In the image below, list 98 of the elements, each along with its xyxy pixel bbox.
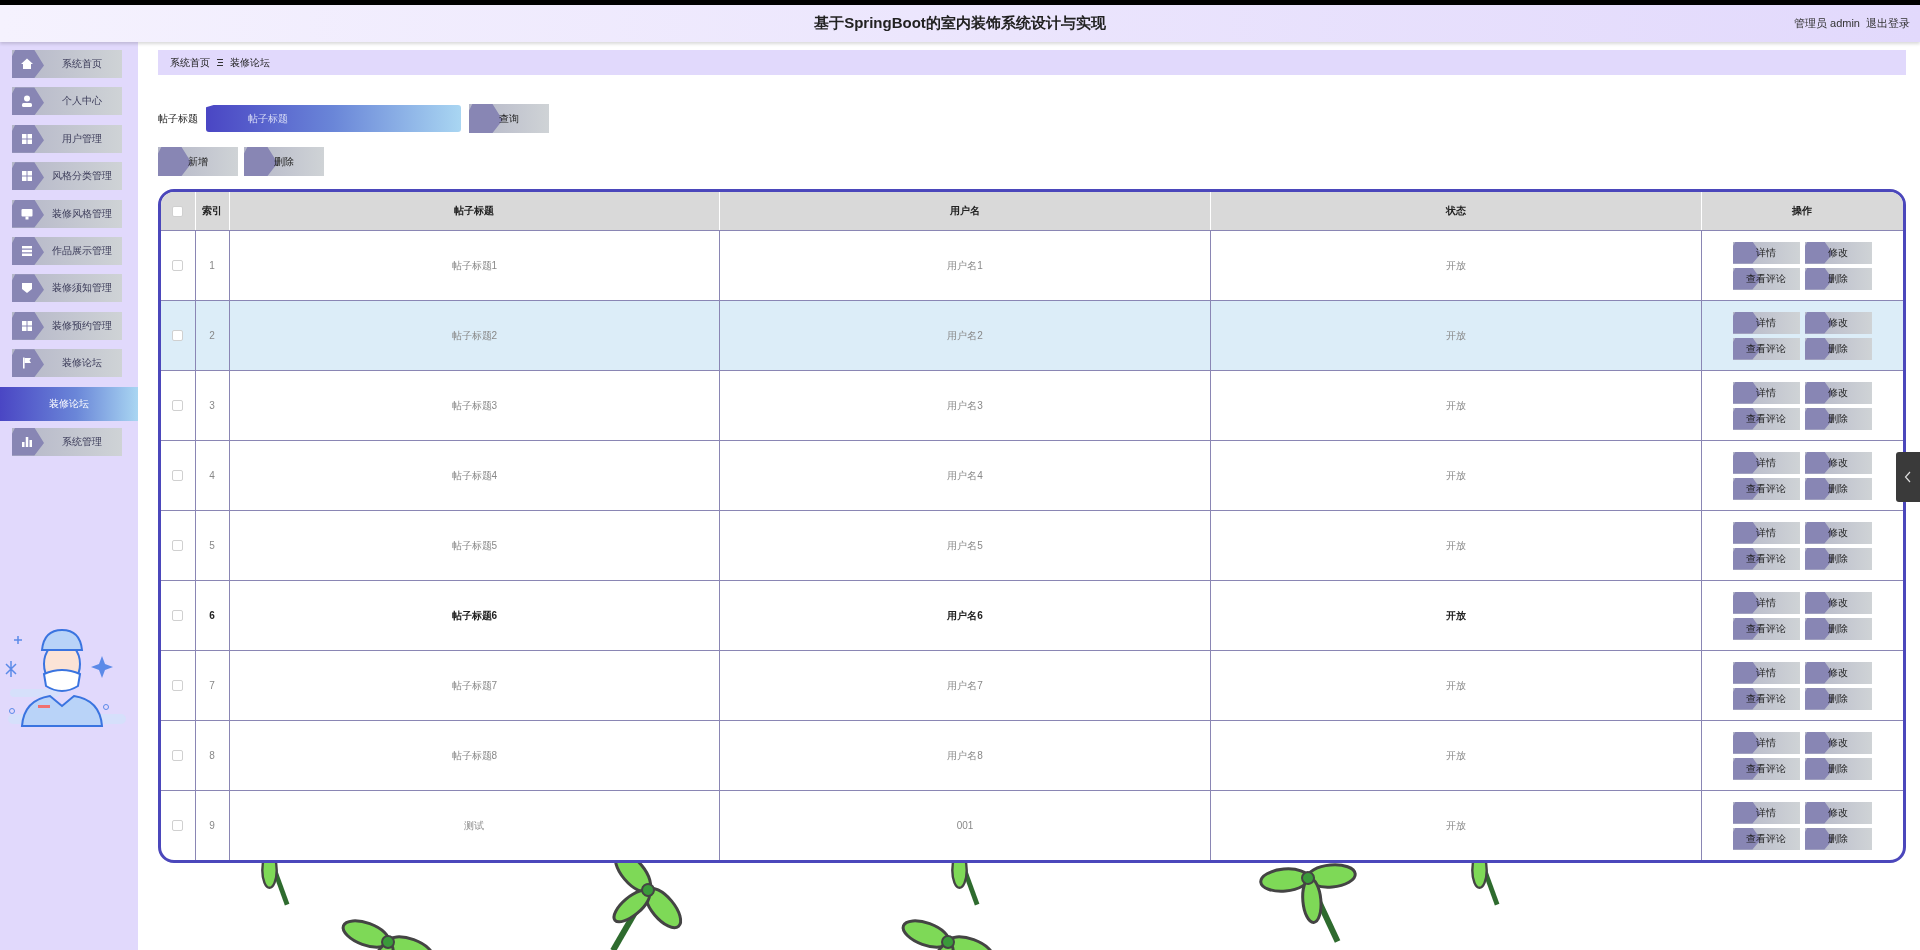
table-cell: 8	[209, 750, 215, 761]
row-action-button[interactable]: 删除	[1804, 407, 1872, 430]
breadcrumb-item[interactable]: 系统首页	[170, 55, 210, 70]
sidebar-item[interactable]: 作品展示管理	[12, 236, 122, 265]
row-action-button[interactable]: 详情	[1732, 591, 1800, 614]
sidebar-item[interactable]: 系统管理	[12, 427, 122, 456]
table-cell: 7	[209, 680, 215, 691]
table-cell: 用户名5	[947, 539, 983, 551]
sidebar-item[interactable]: 装修预约管理	[12, 311, 122, 340]
table-cell: 帖子标题4	[451, 469, 498, 481]
table-cell: 帖子标题8	[451, 749, 498, 761]
row-action-button[interactable]: 删除	[1804, 827, 1872, 850]
row-action-button[interactable]: 查看评论	[1732, 477, 1800, 500]
table-cell: 帖子标题5	[451, 539, 498, 551]
table-cell: 4	[209, 470, 215, 481]
search-button[interactable]: 查询	[469, 104, 549, 133]
row-action-button[interactable]: 修改	[1804, 311, 1872, 334]
table-cell: 用户名7	[947, 679, 983, 691]
column-header: 操作	[1792, 205, 1813, 216]
row-action-button[interactable]: 修改	[1804, 801, 1872, 824]
row-action-button[interactable]: 详情	[1732, 801, 1800, 824]
column-header: 用户名	[950, 205, 980, 216]
table-cell: 帖子标题2	[451, 329, 498, 341]
row-action-button[interactable]: 修改	[1804, 731, 1872, 754]
table-cell: 开放	[1445, 749, 1466, 761]
table-cell: 开放	[1445, 679, 1466, 691]
row-action-button[interactable]: 修改	[1804, 661, 1872, 684]
row-action-button[interactable]: 详情	[1732, 451, 1800, 474]
row-action-button[interactable]: 查看评论	[1732, 827, 1800, 850]
sidebar-item[interactable]: 装修风格管理	[12, 199, 122, 228]
table-cell: 用户名4	[947, 469, 983, 481]
table-cell: 用户名2	[947, 329, 983, 341]
row-action-button[interactable]: 删除	[1804, 757, 1872, 780]
table-cell: 用户名1	[947, 259, 983, 271]
sidebar-item[interactable]: 装修须知管理	[12, 274, 122, 303]
row-action-button[interactable]: 修改	[1804, 241, 1872, 264]
row-action-button[interactable]: 删除	[1804, 687, 1872, 710]
row-action-button[interactable]: 查看评论	[1732, 267, 1800, 290]
submenu-item[interactable]: 装修论坛	[0, 386, 138, 421]
table-cell: 开放	[1445, 329, 1466, 341]
row-action-button[interactable]: 详情	[1732, 381, 1800, 404]
table-cell: 2	[209, 330, 215, 341]
table-cell: 帖子标题7	[451, 679, 498, 691]
row-action-button[interactable]: 修改	[1804, 591, 1872, 614]
row-action-button[interactable]: 详情	[1732, 311, 1800, 334]
row-action-button[interactable]: 删除	[1804, 547, 1872, 570]
table-cell: 5	[209, 540, 215, 551]
table-cell: 开放	[1445, 539, 1466, 551]
table-cell: 帖子标题1	[451, 259, 498, 271]
sidebar-item[interactable]: 用户管理	[12, 124, 122, 153]
table-cell: 测试	[464, 819, 485, 831]
action-button[interactable]: 删除	[244, 147, 324, 176]
table-cell: 1	[209, 260, 215, 271]
row-action-button[interactable]: 详情	[1732, 661, 1800, 684]
action-button[interactable]: 新增	[158, 147, 238, 176]
sidebar-item[interactable]: 装修论坛	[12, 349, 122, 378]
table-cell: 开放	[1445, 819, 1466, 831]
table-cell: 开放	[1445, 399, 1466, 411]
row-action-button[interactable]: 查看评论	[1732, 757, 1800, 780]
table-cell: 帖子标题3	[451, 399, 498, 411]
row-action-button[interactable]: 删除	[1804, 617, 1872, 640]
row-action-button[interactable]: 删除	[1804, 477, 1872, 500]
row-action-button[interactable]: 修改	[1804, 521, 1872, 544]
table-cell: 用户名6	[947, 609, 983, 621]
table-cell: 帖子标题6	[451, 609, 498, 621]
breadcrumb-item: 装修论坛	[230, 55, 270, 70]
table-cell: 开放	[1445, 609, 1466, 621]
logout-link[interactable]: 退出登录	[1866, 16, 1910, 31]
row-action-button[interactable]: 查看评论	[1732, 617, 1800, 640]
row-action-button[interactable]: 删除	[1804, 337, 1872, 360]
sidebar-item[interactable]: 系统首页	[12, 50, 122, 78]
table-cell: 6	[209, 610, 215, 621]
row-action-button[interactable]: 删除	[1804, 267, 1872, 290]
sidebar-item[interactable]: 风格分类管理	[12, 162, 122, 191]
row-action-button[interactable]: 修改	[1804, 451, 1872, 474]
row-action-button[interactable]: 查看评论	[1732, 407, 1800, 430]
table-cell: 9	[209, 820, 215, 831]
row-action-button[interactable]: 查看评论	[1732, 687, 1800, 710]
app-title: 基于SpringBoot的室内装饰系统设计与实现	[814, 14, 1106, 33]
search-field[interactable]: 帖子标题	[206, 105, 461, 132]
row-action-button[interactable]: 详情	[1732, 731, 1800, 754]
row-action-button[interactable]: 详情	[1732, 521, 1800, 544]
column-header: 索引	[202, 205, 222, 216]
user-label: 管理员 admin	[1793, 16, 1860, 31]
table-cell: 3	[209, 400, 215, 411]
row-action-button[interactable]: 详情	[1732, 241, 1800, 264]
row-action-button[interactable]: 修改	[1804, 381, 1872, 404]
column-header: 帖子标题	[454, 205, 495, 216]
table-cell: 用户名8	[947, 749, 983, 761]
row-action-button[interactable]: 查看评论	[1732, 337, 1800, 360]
table-cell: 开放	[1445, 469, 1466, 481]
table-cell: 001	[956, 820, 974, 831]
row-action-button[interactable]: 查看评论	[1732, 547, 1800, 570]
table-cell: 开放	[1445, 259, 1466, 271]
sidebar-item[interactable]: 个人中心	[12, 87, 122, 116]
table-cell: 用户名3	[947, 399, 983, 411]
column-header: 状态	[1445, 205, 1466, 216]
search-label: 帖子标题	[158, 111, 198, 126]
